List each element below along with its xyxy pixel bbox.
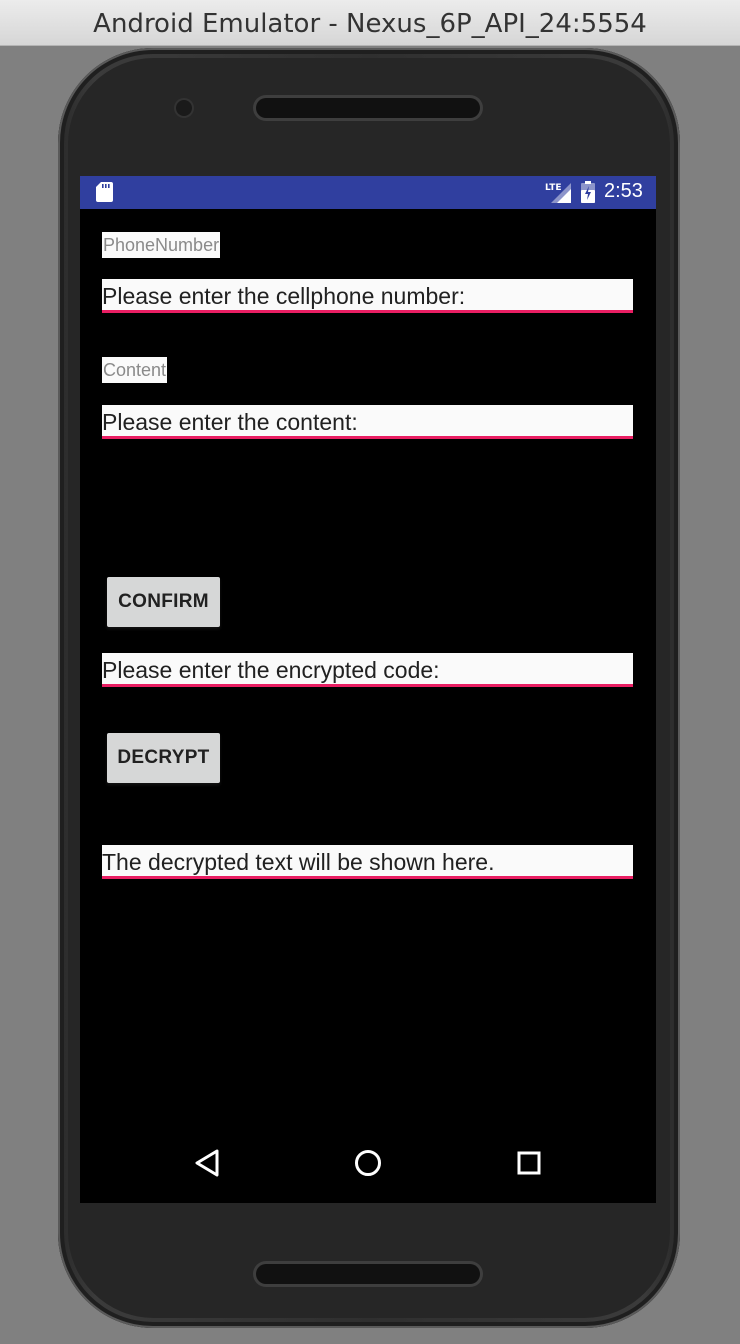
encrypted-code-input[interactable]: Please enter the encrypted code:	[102, 653, 633, 687]
confirm-button[interactable]: CONFIRM	[107, 577, 220, 627]
content-input[interactable]: Please enter the content:	[102, 405, 633, 439]
back-icon[interactable]	[189, 1145, 225, 1181]
status-bar: LTE 2:53	[80, 176, 656, 209]
battery-charging-icon	[581, 181, 595, 203]
recents-icon[interactable]	[511, 1145, 547, 1181]
decrypt-button[interactable]: DECRYPT	[107, 733, 220, 783]
bottom-speaker-grille	[256, 1264, 480, 1284]
phone-number-input[interactable]: Please enter the cellphone number:	[102, 279, 633, 313]
top-speaker-grille	[256, 98, 480, 118]
content-label: Content	[102, 357, 168, 383]
front-camera	[176, 100, 192, 116]
decrypted-text-output: The decrypted text will be shown here.	[102, 845, 633, 879]
lte-signal-icon: LTE	[545, 183, 571, 203]
window-titlebar: Android Emulator - Nexus_6P_API_24:5554	[0, 0, 740, 46]
phone-number-label: PhoneNumber	[102, 232, 221, 258]
lte-badge: LTE	[545, 183, 562, 193]
navigation-bar	[80, 1121, 656, 1203]
status-clock: 2:53	[604, 180, 643, 202]
home-icon[interactable]	[350, 1145, 386, 1181]
window-title: Android Emulator - Nexus_6P_API_24:5554	[93, 9, 647, 39]
device-screen: LTE 2:53 PhoneNumber Please enter the ce…	[80, 176, 656, 1203]
sd-card-icon	[96, 182, 113, 202]
